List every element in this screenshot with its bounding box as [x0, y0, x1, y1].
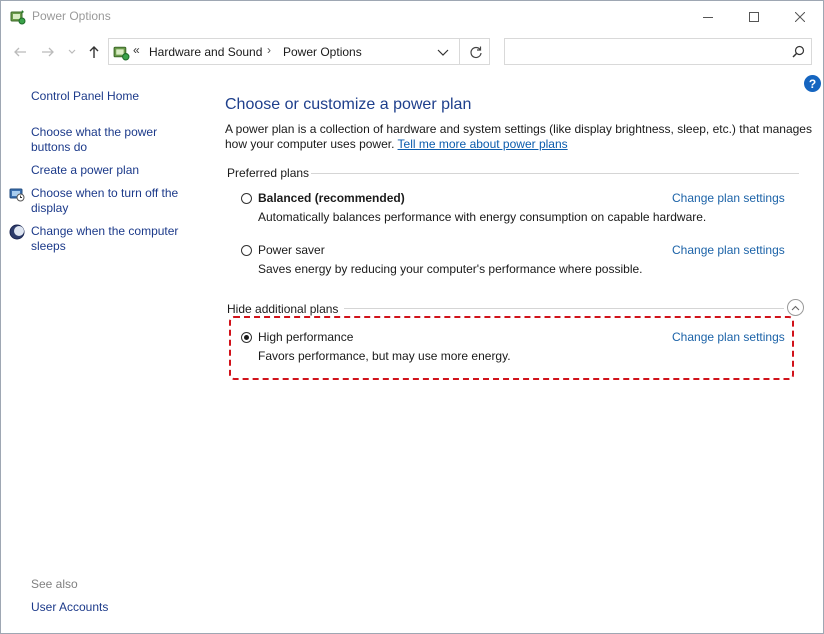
moon-icon	[9, 224, 25, 240]
minimize-button[interactable]	[685, 1, 731, 32]
radio-power-saver[interactable]	[241, 245, 252, 256]
change-plan-settings-balanced[interactable]: Change plan settings	[672, 191, 785, 205]
chevron-down-icon	[68, 49, 76, 54]
navigation-bar: « Hardware and Sound › Power Options	[1, 36, 823, 68]
window-title: Power Options	[32, 9, 111, 23]
back-button[interactable]	[9, 42, 31, 62]
close-button[interactable]	[777, 1, 823, 32]
intro-paragraph: A power plan is a collection of hardware…	[225, 122, 815, 152]
up-arrow-icon	[89, 46, 99, 58]
chevron-down-icon	[437, 49, 449, 56]
change-plan-settings-power-saver[interactable]: Change plan settings	[672, 243, 785, 257]
hide-additional-plans-toggle[interactable]: Hide additional plans	[227, 302, 338, 316]
forward-arrow-icon	[42, 47, 54, 57]
power-options-icon	[112, 43, 130, 61]
monitor-clock-icon	[9, 186, 25, 202]
change-plan-settings-high-performance[interactable]: Change plan settings	[672, 330, 785, 344]
up-button[interactable]	[83, 42, 105, 62]
address-bar[interactable]: « Hardware and Sound › Power Options	[108, 38, 490, 65]
page-title: Choose or customize a power plan	[225, 96, 472, 113]
sidebar-item-turn-off-display[interactable]: Choose when to turn off the display	[31, 186, 189, 216]
highlight-annotation	[229, 316, 794, 380]
sidebar-item-power-buttons[interactable]: Choose what the power buttons do	[31, 125, 181, 155]
see-also-heading: See also	[31, 577, 78, 591]
back-arrow-icon	[14, 47, 26, 57]
breadcrumb-power-options[interactable]: Power Options	[283, 45, 362, 59]
forward-button[interactable]	[37, 42, 59, 62]
radio-high-performance[interactable]	[241, 332, 252, 343]
help-icon[interactable]: ?	[804, 75, 821, 92]
address-dropdown-button[interactable]	[435, 44, 451, 60]
recent-locations-button[interactable]	[64, 42, 80, 62]
breadcrumb-overflow-icon[interactable]: «	[133, 43, 140, 57]
breadcrumb-hardware-and-sound[interactable]: Hardware and Sound	[149, 45, 262, 59]
plan-name-high-performance[interactable]: High performance	[258, 330, 353, 344]
refresh-button[interactable]	[459, 39, 491, 64]
plan-description-balanced: Automatically balances performance with …	[258, 210, 707, 224]
preferred-plans-heading: Preferred plans	[227, 166, 310, 180]
sidebar-item-computer-sleeps[interactable]: Change when the computer sleeps	[31, 224, 191, 254]
search-input[interactable]	[504, 38, 812, 65]
power-options-window: Power Options « Hardware and Sound › Pow…	[0, 0, 824, 634]
refresh-icon	[469, 46, 482, 58]
search-icon[interactable]	[792, 45, 805, 61]
learn-more-link[interactable]: Tell me more about power plans	[398, 137, 568, 151]
user-accounts-link[interactable]: User Accounts	[31, 600, 108, 615]
plan-name-power-saver[interactable]: Power saver	[258, 243, 325, 257]
section-divider	[344, 308, 784, 309]
maximize-button[interactable]	[731, 1, 777, 32]
sidebar-item-create-plan[interactable]: Create a power plan	[31, 163, 139, 178]
collapse-button[interactable]	[787, 299, 804, 316]
control-panel-home-link[interactable]: Control Panel Home	[31, 89, 139, 104]
power-options-icon	[9, 8, 26, 25]
plan-name-balanced[interactable]: Balanced (recommended)	[258, 191, 405, 205]
title-bar: Power Options	[1, 1, 823, 32]
plan-description-high-performance: Favors performance, but may use more ene…	[258, 349, 511, 363]
chevron-up-icon	[791, 305, 800, 310]
plan-description-power-saver: Saves energy by reducing your computer's…	[258, 262, 643, 276]
section-divider	[311, 173, 799, 174]
breadcrumb-separator-icon[interactable]: ›	[267, 43, 271, 57]
radio-balanced[interactable]	[241, 193, 252, 204]
